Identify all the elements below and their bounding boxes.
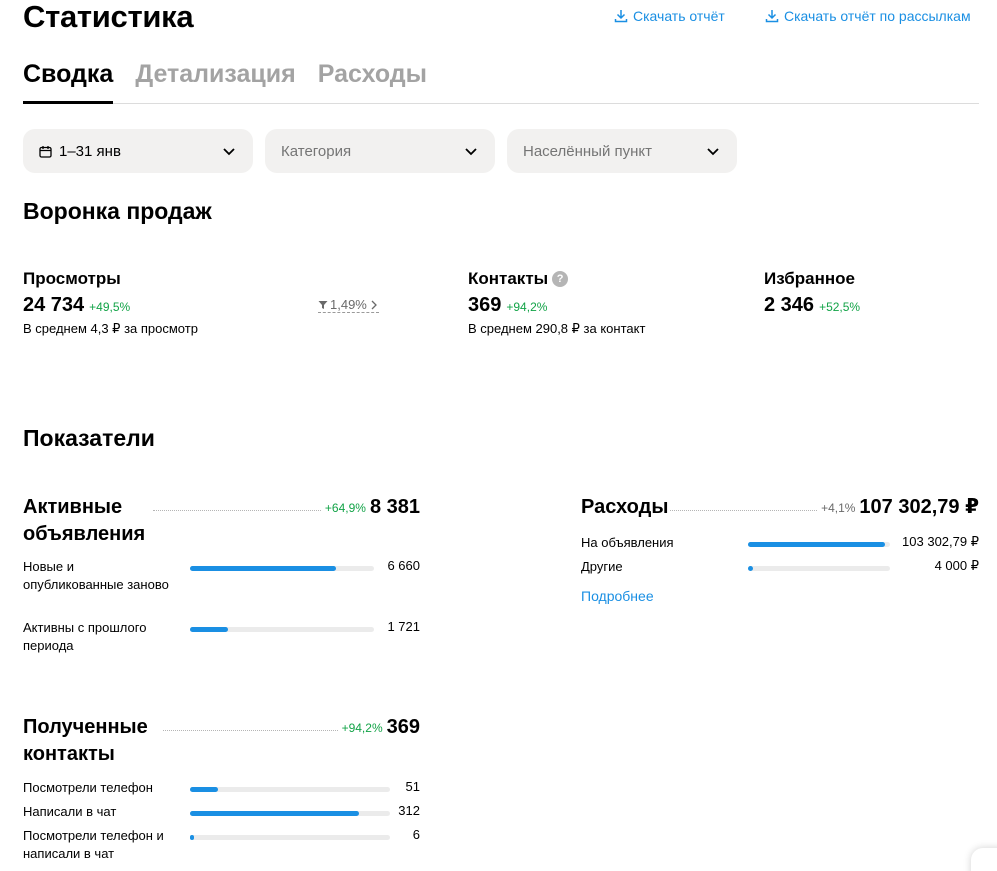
row-label: Другие [581,559,623,574]
progress-fill [190,787,218,792]
progress-track [748,542,890,547]
download-report-label: Скачать отчёт [633,8,725,24]
active-ads-delta: +64,9% [324,501,366,515]
contacts-title: Полученные контакты [23,714,163,768]
dotted-leader [670,494,818,511]
contacts-row: Посмотрели телефон и написали в чат 6 [23,827,420,863]
progress-track [190,787,390,792]
city-select[interactable]: Населённый пункт [507,129,737,173]
contacts-label: Контакты [468,269,549,288]
progress-track [190,566,374,571]
expenses-header: Расходы +4,1% 107 302,79 ₽ [581,494,979,521]
category-placeholder: Категория [281,142,352,160]
date-range-value: 1–31 янв [59,142,121,160]
favorites-value: 2 346 [764,294,815,316]
download-report-link[interactable]: Скачать отчёт [614,8,725,24]
expenses-row: На объявления 103 302,79 ₽ [581,534,979,552]
row-label: Посмотрели телефон [23,780,153,795]
download-mailing-report-link[interactable]: Скачать отчёт по рассылкам [765,8,971,24]
row-label: Написали в чат [23,804,117,819]
dotted-leader [163,714,338,731]
date-range-select[interactable]: 1–31 янв [23,129,253,173]
chevron-down-icon [465,148,477,156]
active-ads-row: Новые и опубликованные заново 6 660 [23,558,420,594]
row-label: Активны с прошлого периода [23,620,147,653]
floating-action-button[interactable] [971,848,997,871]
indicators-title: Показатели [23,425,155,451]
progress-fill [190,811,360,816]
contacts-row: Написали в чат 312 [23,803,420,821]
chevron-down-icon [707,148,719,156]
progress-fill [190,566,337,571]
progress-fill [190,835,194,840]
chevron-right-icon [371,300,377,309]
favorites-metric: Избранное 2 346 +52,5% [764,268,860,317]
download-mailing-report-label: Скачать отчёт по рассылкам [784,8,971,24]
download-icon [765,10,779,23]
funnel-title: Воронка продаж [23,198,212,224]
category-select[interactable]: Категория [265,129,495,173]
views-value: 24 734 [23,294,85,316]
help-icon[interactable]: ? [552,271,569,287]
row-value: 312 [398,803,420,818]
dotted-leader [153,494,321,511]
expenses-row: Другие 4 000 ₽ [581,558,979,576]
expenses-title: Расходы [581,494,671,521]
active-ads-total: 8 381 [369,496,420,518]
calendar-icon [39,145,52,158]
contacts-value: 369 [468,294,502,316]
funnel-icon [318,300,328,309]
tab-details[interactable]: Детализация [135,56,295,104]
row-value: 103 302,79 ₽ [902,534,979,549]
progress-track [190,835,390,840]
contacts-average: В среднем 290,8 ₽ за контакт [468,321,646,336]
active-ads-row: Активны с прошлого периода 1 721 [23,619,420,655]
progress-fill [190,627,228,632]
favorites-label: Избранное [764,269,855,288]
row-label: Новые и опубликованные заново [23,559,169,592]
contacts-header: Полученные контакты +94,2% 369 [23,714,420,768]
contacts-metric: Контакты? 369 +94,2% В среднем 290,8 ₽ з… [468,268,645,337]
conversion-value: 1,49% [330,297,367,312]
conversion-link[interactable]: 1,49% [318,297,379,313]
contacts-block-total: 369 [386,716,420,738]
views-metric: Просмотры 24 734 +49,5% В среднем 4,3 ₽ … [23,268,198,337]
progress-fill [748,566,754,571]
row-value: 4 000 ₽ [934,558,979,573]
progress-fill [748,542,885,547]
row-value: 1 721 [387,619,420,634]
contacts-delta: +94,2% [506,300,548,314]
views-average: В среднем 4,3 ₽ за просмотр [23,321,198,336]
favorites-delta: +52,5% [819,300,861,314]
views-delta: +49,5% [89,300,131,314]
expenses-more-link[interactable]: Подробнее [581,588,654,604]
row-value: 6 660 [387,558,420,573]
row-label: На объявления [581,535,674,550]
row-value: 6 [412,827,420,842]
progress-track [748,566,890,571]
progress-track [190,627,374,632]
page-title: Статистика [23,0,194,34]
row-label: Посмотрели телефон и написали в чат [23,828,164,861]
tab-expenses[interactable]: Расходы [318,56,427,104]
expenses-delta: +4,1% [821,501,856,515]
contacts-block-delta: +94,2% [341,721,383,735]
tabs-bar: Сводка Детализация Расходы [23,56,979,104]
tab-summary[interactable]: Сводка [23,56,114,104]
active-ads-header: Активные объявления +64,9% 8 381 [23,494,420,548]
views-label: Просмотры [23,269,121,288]
download-icon [614,10,628,23]
active-ads-title: Активные объявления [23,494,153,548]
expenses-total: 107 302,79 ₽ [859,496,979,518]
progress-track [190,811,390,816]
city-placeholder: Населённый пункт [523,142,653,160]
row-value: 51 [405,779,420,794]
contacts-row: Посмотрели телефон 51 [23,779,420,797]
chevron-down-icon [223,148,235,156]
